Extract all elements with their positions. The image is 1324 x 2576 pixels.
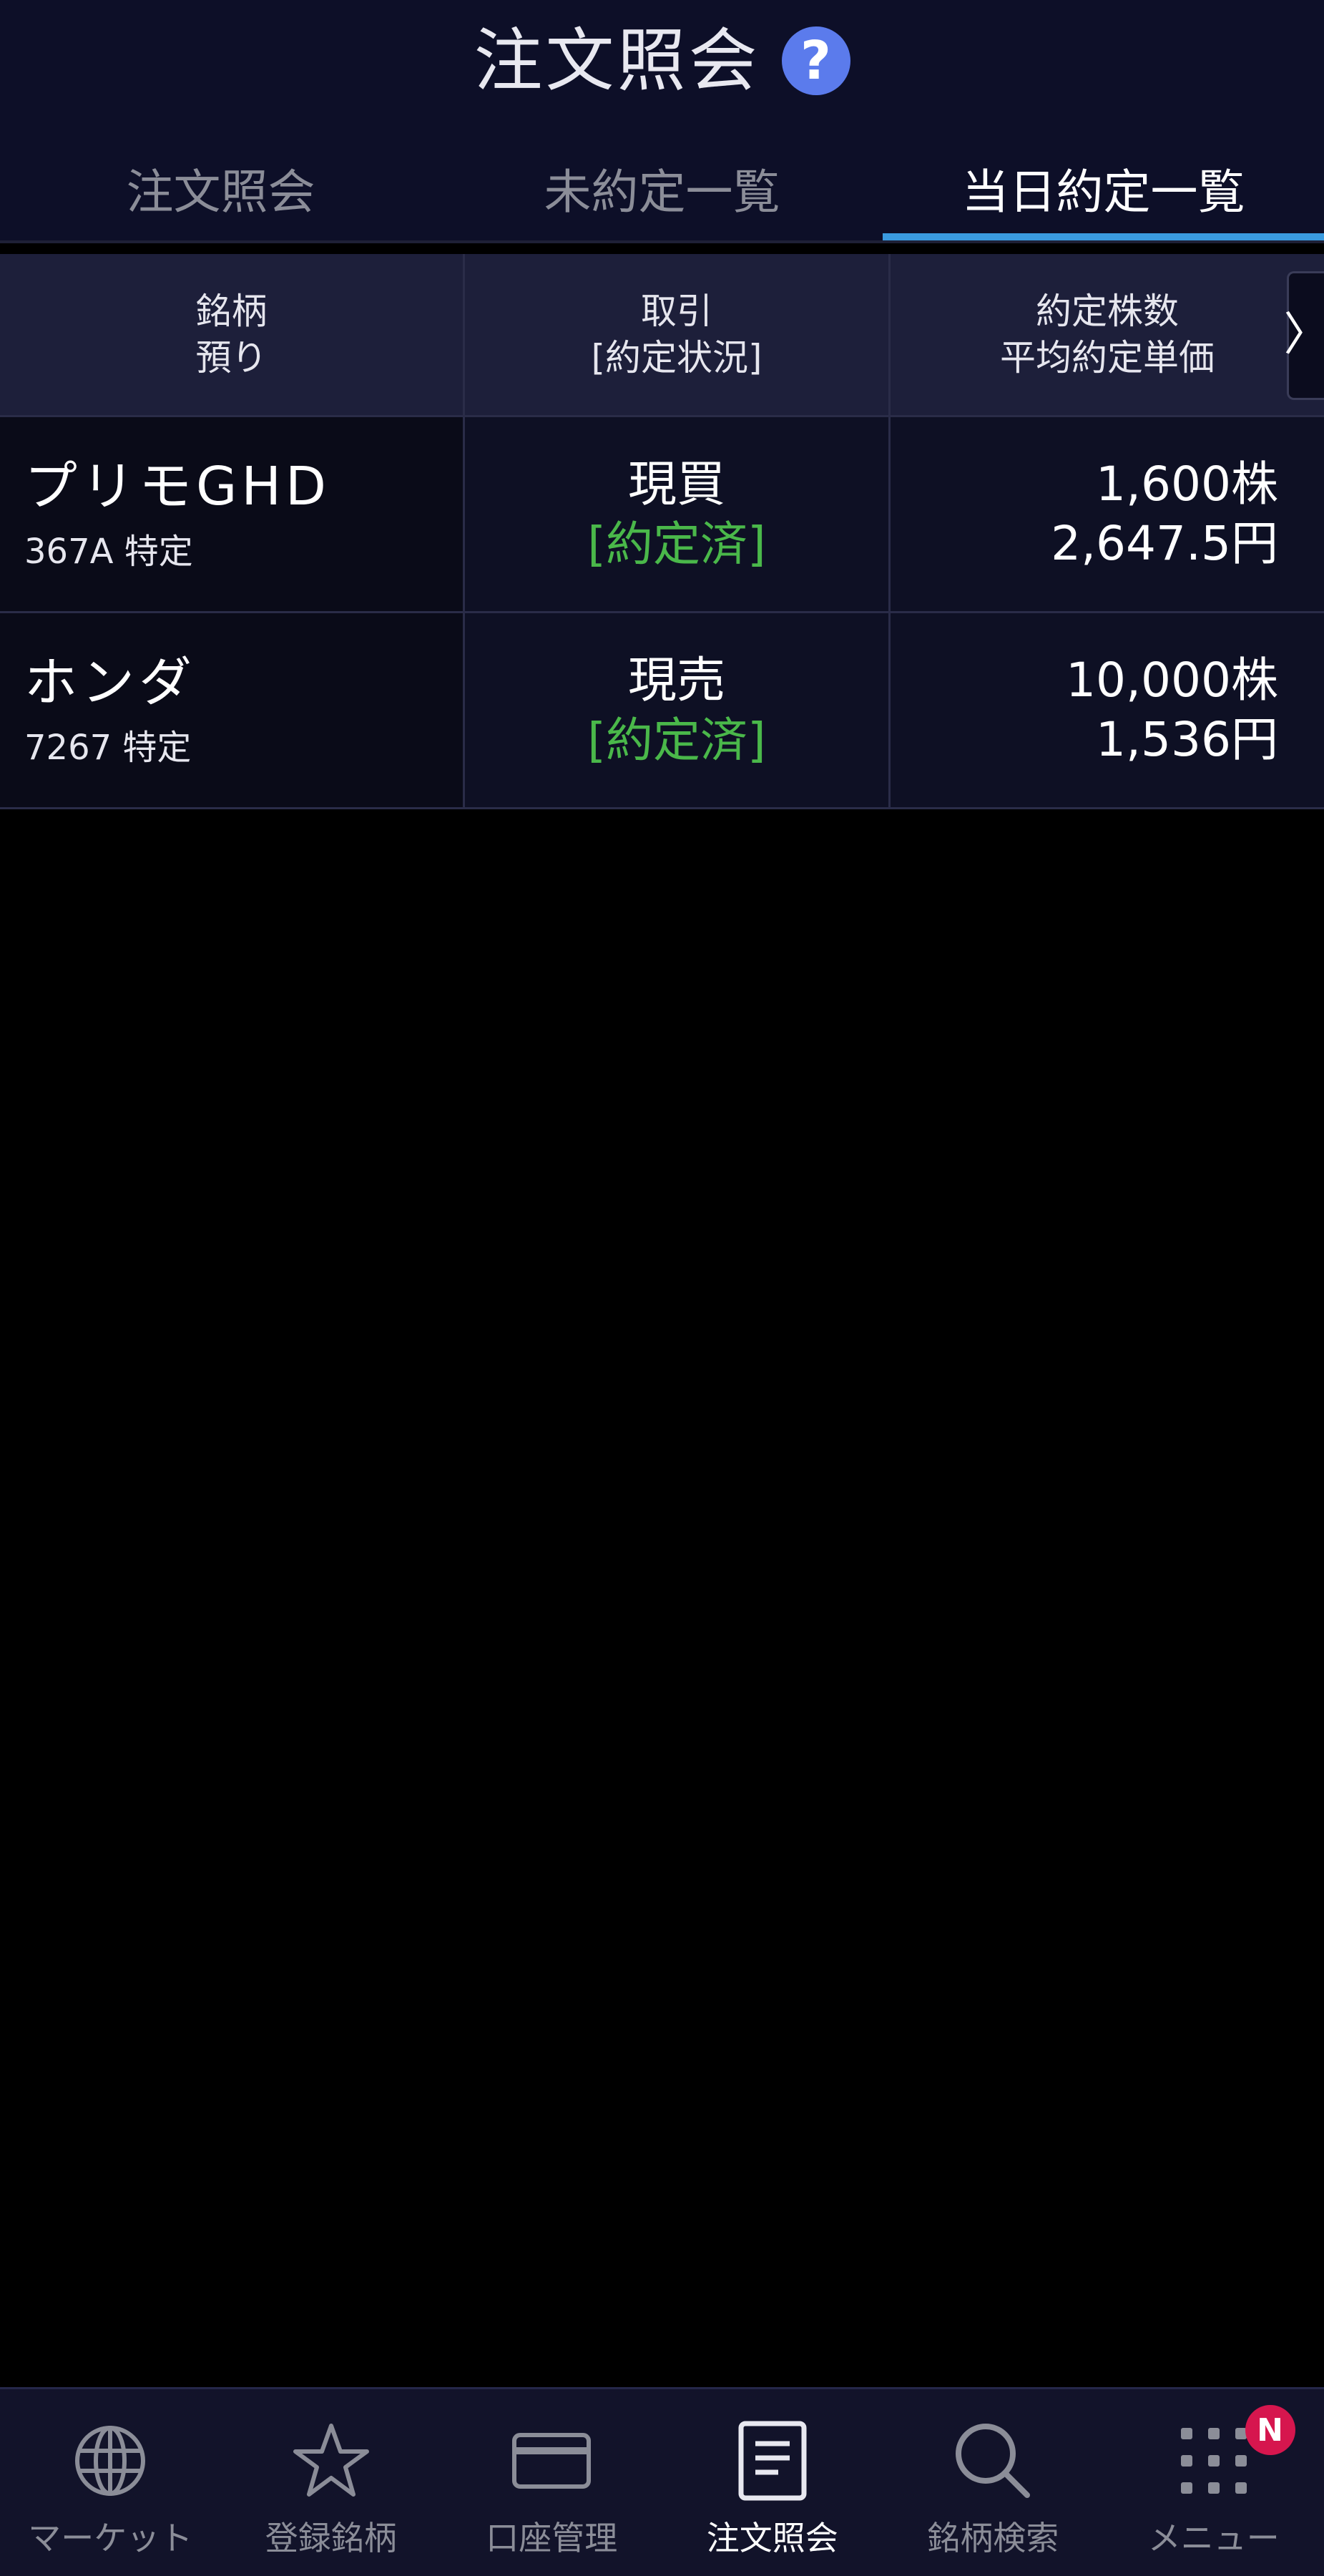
header-price-label: 平均約定単価 <box>1000 336 1215 379</box>
globe-icon <box>67 2418 153 2504</box>
header-stock-custody: 銘柄 預り <box>0 254 465 415</box>
filled-quantity: 10,000株 <box>1066 653 1278 708</box>
nav-account-label: 口座管理 <box>486 2519 618 2557</box>
header-qty-label: 約定株数 <box>1036 290 1179 332</box>
help-button[interactable]: ? <box>781 26 850 95</box>
nav-stock-search[interactable]: 銘柄検索 <box>883 2389 1104 2576</box>
notification-badge: N <box>1245 2405 1295 2455</box>
header-trade-label: 取引 <box>641 290 712 332</box>
trade-cell: 現売 [約定済] <box>465 613 891 807</box>
nav-watchlist[interactable]: 登録銘柄 <box>221 2389 442 2576</box>
app-header: 注文照会 ? 注文照会 未約定一覧 当日約定一覧 <box>0 0 1324 243</box>
question-mark-icon: ? <box>800 30 831 92</box>
header-qty-price: 約定株数 平均約定単価 〉 <box>891 254 1324 415</box>
header-custody-label: 預り <box>195 336 268 379</box>
stock-code-custody: 367A 特定 <box>24 531 193 572</box>
nav-market-label: マーケット <box>28 2519 193 2557</box>
nav-stock-search-label: 銘柄検索 <box>927 2519 1059 2557</box>
header-stock-label: 銘柄 <box>195 290 268 332</box>
nav-account[interactable]: 口座管理 <box>441 2389 662 2576</box>
stock-cell: ホンダ 7267 特定 <box>0 613 465 807</box>
trade-cell: 現買 [約定済] <box>465 417 891 611</box>
stock-cell: プリモGHD 367A 特定 <box>0 417 465 611</box>
header-divider <box>0 240 1324 243</box>
header-status-label: [約定状況] <box>591 336 762 379</box>
trade-status: [約定済] <box>587 712 766 768</box>
qty-price-cell: 1,600株 2,647.5円 <box>891 417 1324 611</box>
average-price: 2,647.5円 <box>1051 515 1278 571</box>
nav-menu-label: メニュー <box>1147 2519 1280 2557</box>
tab-order-inquiry[interactable]: 注文照会 <box>0 136 441 240</box>
tab-unfilled-list[interactable]: 未約定一覧 <box>441 136 883 240</box>
header-trade-status: 取引 [約定状況] <box>465 254 891 415</box>
qty-price-cell: 10,000株 1,536円 <box>891 613 1324 807</box>
grid-icon <box>1171 2418 1257 2504</box>
execution-table: 銘柄 預り 取引 [約定状況] 約定株数 平均約定単価 〉 プリモGHD 367… <box>0 254 1324 809</box>
nav-menu[interactable]: N メニュー <box>1104 2389 1324 2576</box>
page-title: 注文照会 <box>474 21 760 101</box>
nav-watchlist-label: 登録銘柄 <box>265 2519 397 2557</box>
stock-name: ホンダ <box>24 652 196 714</box>
card-icon <box>509 2418 594 2504</box>
filled-quantity: 1,600株 <box>1096 457 1278 512</box>
tab-today-filled-list[interactable]: 当日約定一覧 <box>883 136 1324 240</box>
search-icon <box>950 2418 1036 2504</box>
stock-name: プリモGHD <box>24 456 330 518</box>
stock-code-custody: 7267 特定 <box>24 727 192 768</box>
nav-market[interactable]: マーケット <box>0 2389 221 2576</box>
title-row: 注文照会 ? <box>0 0 1324 122</box>
trade-type: 現買 <box>627 456 725 513</box>
trade-status: [約定済] <box>587 516 766 572</box>
table-header: 銘柄 預り 取引 [約定状況] 約定株数 平均約定単価 〉 <box>0 254 1324 417</box>
nav-order-inquiry[interactable]: 注文照会 <box>662 2389 883 2576</box>
table-row[interactable]: プリモGHD 367A 特定 現買 [約定済] 1,600株 2,647.5円 <box>0 417 1324 613</box>
star-icon <box>288 2418 374 2504</box>
document-icon <box>730 2418 815 2504</box>
chevron-right-icon: 〉 <box>1284 306 1324 365</box>
average-price: 1,536円 <box>1096 711 1278 767</box>
bottom-navigation: マーケット 登録銘柄 口座管理 注文照会 銘柄検索 N メニュー <box>0 2387 1324 2576</box>
tab-bar: 注文照会 未約定一覧 当日約定一覧 <box>0 136 1324 240</box>
table-row[interactable]: ホンダ 7267 特定 現売 [約定済] 10,000株 1,536円 <box>0 613 1324 809</box>
nav-order-inquiry-label: 注文照会 <box>706 2519 838 2557</box>
scroll-right-button[interactable]: 〉 <box>1284 271 1324 400</box>
trade-type: 現売 <box>627 652 725 709</box>
